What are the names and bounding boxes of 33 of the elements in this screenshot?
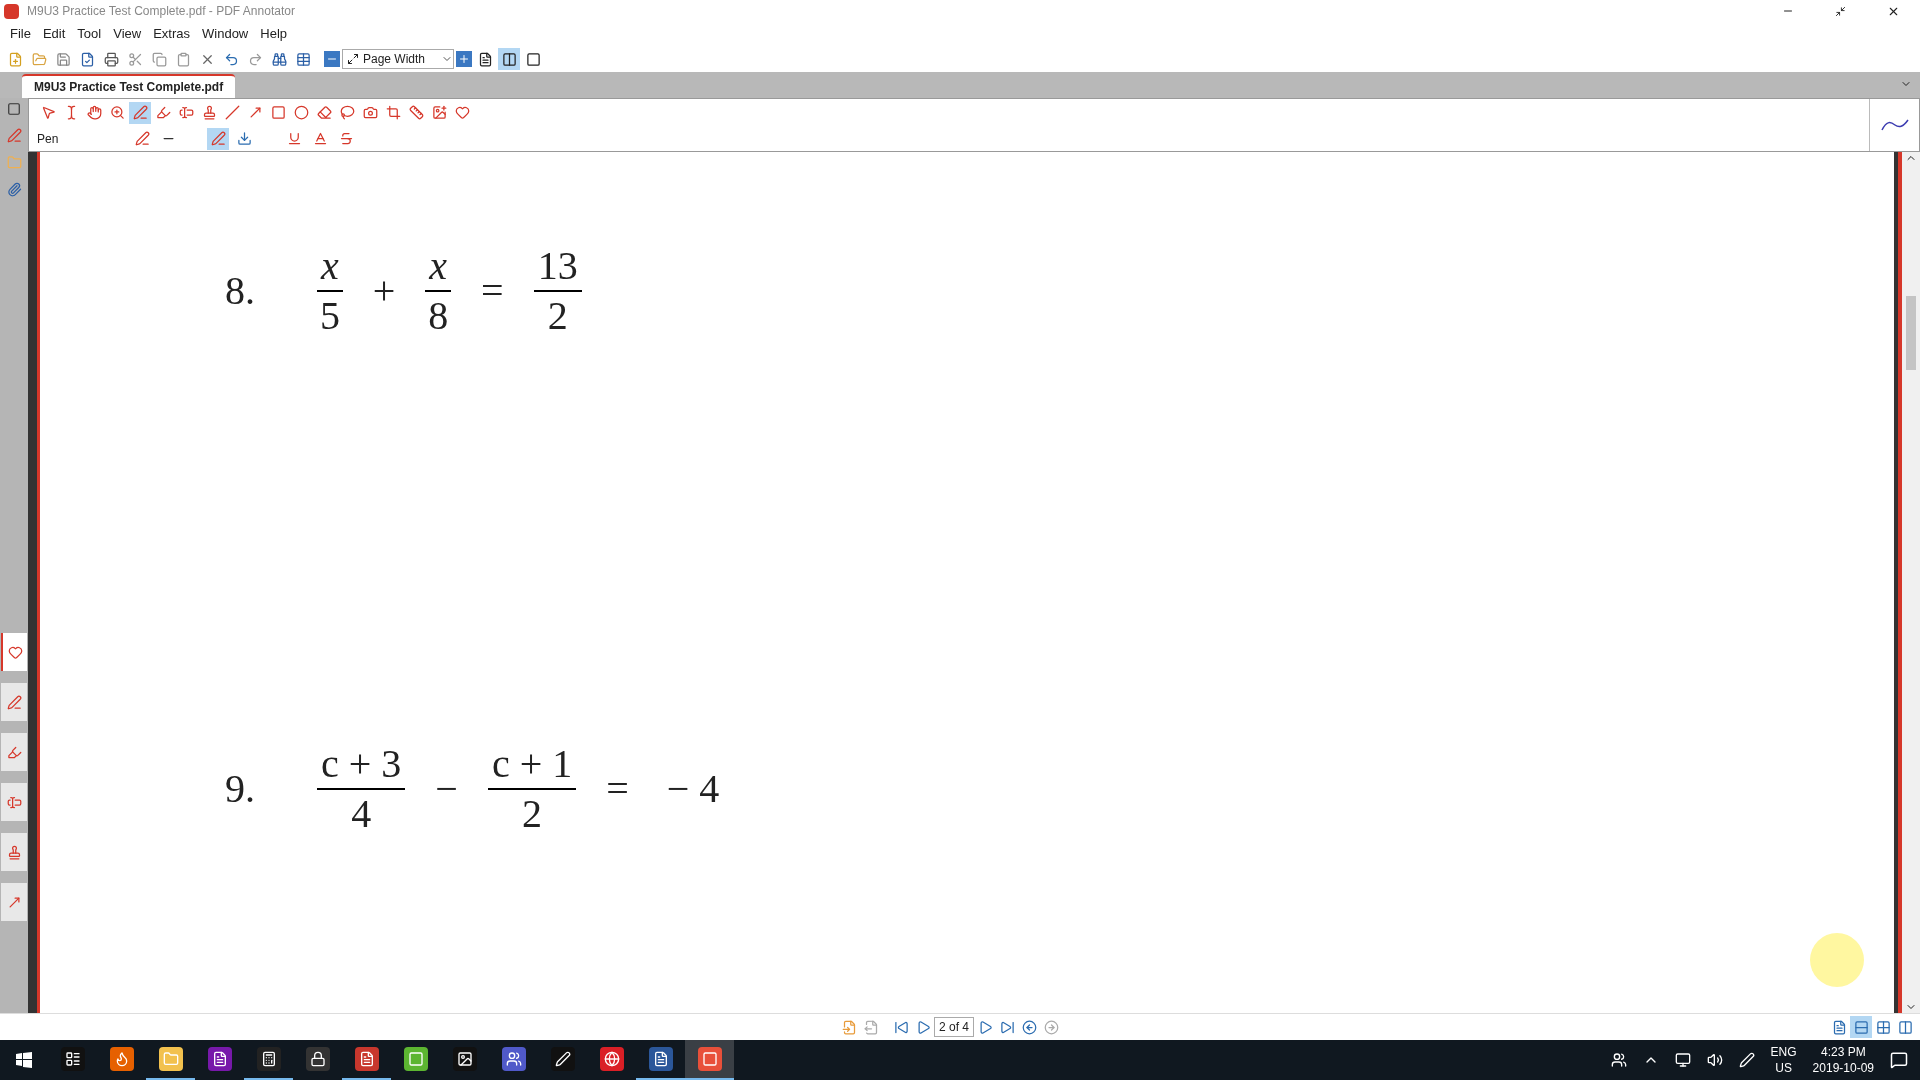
math-operator: = (480, 267, 505, 315)
menu-item[interactable]: File (4, 24, 37, 44)
page-number-field[interactable]: 2 of 4 (934, 1017, 975, 1037)
math-operator: − 4 (665, 765, 721, 813)
menu-item[interactable]: Window (196, 24, 255, 44)
denominator: 2 (547, 292, 568, 340)
clock-date[interactable]: 2019-10-09 (1812, 1060, 1874, 1076)
menu-item[interactable]: View (107, 24, 148, 44)
window-title: M9U3 Practice Test Complete.pdf - PDF Annotator (27, 3, 295, 20)
denominator: 2 (522, 790, 543, 838)
menu-item[interactable]: Tool (71, 24, 108, 44)
denominator: 4 (351, 790, 372, 838)
denominator: 5 (319, 292, 340, 340)
problem-number: 8. (225, 267, 256, 315)
region-indicator[interactable]: US (1775, 1060, 1792, 1076)
problem-number: 9. (225, 765, 256, 813)
numerator: 13 (536, 242, 579, 290)
zoom-dropdown[interactable]: Page Width (342, 49, 454, 69)
menu-item[interactable]: Edit (36, 24, 72, 44)
denominator: 8 (428, 292, 449, 340)
tool-name: Pen (37, 130, 60, 148)
numerator: c + 1 (490, 740, 574, 788)
document-tab[interactable]: M9U3 Practice Test Complete.pdf (22, 74, 236, 98)
math-operator: = (605, 765, 630, 813)
menu-item[interactable]: Extras (147, 24, 196, 44)
math-operator: − (434, 765, 459, 813)
menu-item[interactable]: Help (254, 24, 293, 44)
language-indicator[interactable]: ENG (1770, 1044, 1797, 1060)
numerator: x (319, 242, 340, 290)
numerator: x (427, 242, 449, 290)
math-operator: + (371, 267, 397, 315)
numerator: c + 3 (320, 740, 403, 788)
clock-time[interactable]: 4:23 PM (1820, 1044, 1866, 1060)
